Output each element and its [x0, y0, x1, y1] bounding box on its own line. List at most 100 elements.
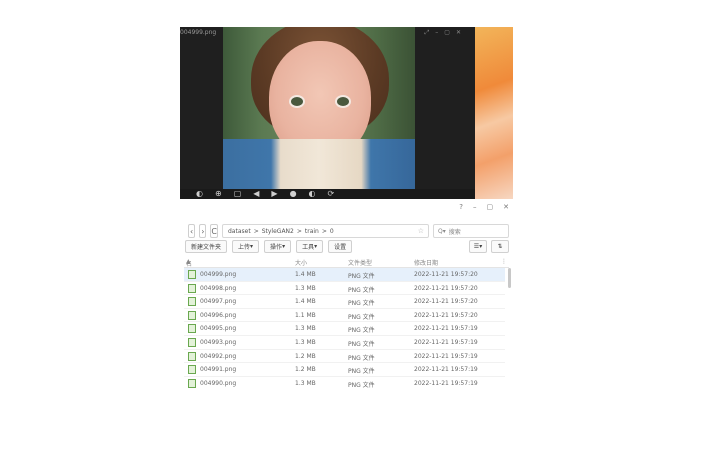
file-type: PNG 文件 [348, 340, 375, 348]
file-list: 004999.png 1.4 MB PNG 文件 2022-11-21 19:57:2… [184, 268, 505, 388]
file-type: PNG 文件 [348, 368, 375, 376]
column-options-icon[interactable]: ⋮ [501, 258, 507, 265]
table-row[interactable]: 004992.png 1.2 MB PNG 文件 2022-11-21 19:57:1… [184, 350, 505, 364]
file-size: 1.3 MB [295, 338, 316, 346]
table-row[interactable]: 004991.png 1.2 MB PNG 文件 2022-11-21 19:57:1… [184, 363, 505, 377]
fullscreen-icon[interactable]: ⤢ [424, 29, 435, 36]
sort-icon: ⇅ [497, 242, 503, 250]
forward-button[interactable]: › [199, 224, 207, 238]
prev-icon[interactable]: ◀ [253, 189, 259, 199]
upload-button[interactable]: 上传 ▾ [232, 239, 260, 253]
path-breadcrumb[interactable]: dataset > StyleGAN2 > train > 0 ☆ [222, 224, 429, 238]
maximize-icon[interactable]: ▢ [444, 29, 456, 36]
help-icon[interactable]: ? [459, 203, 463, 211]
fm-toolbar: 新建文件夹 上传 ▾ 操作 ▾ 工具 ▾ 设置 ☰ ▾ ⇅ [185, 239, 509, 253]
column-type[interactable]: 文件类型 [348, 258, 372, 267]
search-icon: Q▾ [438, 227, 446, 235]
zoom-out-icon[interactable]: ◐ [196, 189, 203, 199]
desktop-wallpaper [475, 27, 513, 199]
file-name: 004995.png [200, 325, 237, 333]
file-modified: 2022-11-21 19:57:20 [414, 311, 478, 319]
fit-icon[interactable]: ▢ [234, 189, 242, 199]
file-type: PNG 文件 [348, 381, 375, 388]
table-row[interactable]: 004990.png 1.3 MB PNG 文件 2022-11-21 19:57:1… [184, 377, 505, 388]
file-size: 1.3 MB [295, 325, 316, 333]
file-modified: 2022-11-21 19:57:19 [414, 366, 478, 374]
viewer-title: 004999.png [180, 29, 217, 36]
fm-window-controls[interactable]: ? – ▢ ✕ [459, 203, 509, 211]
breadcrumb-train[interactable]: train [305, 228, 319, 235]
rotate-left-icon[interactable]: ◐ [309, 189, 316, 199]
favorite-star-icon[interactable]: ☆ [418, 227, 424, 235]
search-input[interactable]: Q▾ 搜索 [433, 224, 509, 238]
file-type: PNG 文件 [348, 354, 375, 362]
file-name: 004990.png [200, 379, 237, 387]
file-size: 1.4 MB [295, 298, 316, 306]
list-view-icon: ☰ [473, 242, 480, 250]
breadcrumb-separator: > [296, 227, 302, 235]
file-type: PNG 文件 [348, 327, 375, 335]
image-file-icon [188, 351, 196, 361]
file-name: 004998.png [200, 284, 237, 292]
breadcrumb-separator: > [321, 227, 327, 235]
new-folder-button[interactable]: 新建文件夹 [185, 239, 228, 253]
scrollbar[interactable] [508, 268, 511, 288]
clothing [223, 139, 415, 189]
minimize-icon[interactable]: – [473, 203, 477, 211]
file-name: 004997.png [200, 298, 237, 306]
file-size: 1.3 MB [295, 379, 316, 387]
file-name: 004999.png [200, 271, 237, 278]
image-file-icon [188, 337, 196, 347]
dot-icon[interactable]: ● [290, 189, 297, 199]
column-modified[interactable]: 修改日期 [414, 258, 438, 267]
zoom-in-icon[interactable]: ⊕ [215, 189, 222, 199]
file-size: 1.1 MB [295, 311, 316, 319]
file-modified: 2022-11-21 19:57:20 [414, 284, 478, 292]
file-modified: 2022-11-21 19:57:19 [414, 352, 478, 360]
file-modified: 2022-11-21 19:57:20 [414, 298, 478, 306]
viewer-window-controls[interactable]: ⤢–▢✕ [424, 29, 467, 37]
breadcrumb-0[interactable]: 0 [330, 228, 334, 235]
sort-button[interactable]: ⇅ [491, 239, 509, 253]
close-icon[interactable]: ✕ [503, 203, 509, 211]
table-row[interactable]: 004999.png 1.4 MB PNG 文件 2022-11-21 19:57:2… [184, 268, 505, 282]
refresh-button[interactable]: C [210, 224, 218, 238]
table-row[interactable]: 004997.png 1.4 MB PNG 文件 2022-11-21 19:57:2… [184, 295, 505, 309]
image-file-icon [188, 310, 196, 320]
action-button[interactable]: 操作 ▾ [264, 239, 292, 253]
breadcrumb-stylegan2[interactable]: StyleGAN2 [262, 228, 294, 235]
file-modified: 2022-11-21 19:57:19 [414, 338, 478, 346]
file-size: 1.4 MB [295, 271, 316, 278]
image-file-icon [188, 324, 196, 334]
next-icon[interactable]: ▶ [271, 189, 277, 199]
file-modified: 2022-11-21 19:57:19 [414, 325, 478, 333]
column-size[interactable]: 大小 [295, 258, 307, 267]
maximize-icon[interactable]: ▢ [487, 203, 494, 211]
image-file-icon [188, 365, 196, 375]
tools-button[interactable]: 工具 ▾ [296, 239, 324, 253]
address-bar: ‹ › C dataset > StyleGAN2 > train > 0 ☆ … [188, 224, 509, 238]
table-row[interactable]: 004998.png 1.3 MB PNG 文件 2022-11-21 19:57:2… [184, 282, 505, 296]
file-name: 004992.png [200, 352, 237, 360]
file-name: 004993.png [200, 338, 237, 346]
viewer-toolbar[interactable]: ◐ ⊕ ▢ ◀ ▶ ● ◐ ⟳ [180, 189, 475, 199]
file-manager-window[interactable]: ? – ▢ ✕ ‹ › C dataset > StyleGAN2 > trai… [180, 200, 513, 388]
child-portrait-image [223, 27, 415, 189]
view-mode-button[interactable]: ☰ ▾ [469, 239, 487, 253]
file-type: PNG 文件 [348, 286, 375, 294]
breadcrumb-dataset[interactable]: dataset [228, 228, 251, 235]
column-name[interactable]: 名称 ▲ [186, 258, 192, 277]
back-button[interactable]: ‹ [188, 224, 196, 238]
file-size: 1.2 MB [295, 352, 316, 360]
image-file-icon [188, 297, 196, 307]
right-eye [337, 97, 349, 106]
image-viewer-window[interactable]: 004999.png ⤢–▢✕ ◐ ⊕ ▢ ◀ ▶ ● ◐ ⟳ [180, 27, 475, 199]
settings-button[interactable]: 设置 [328, 239, 353, 253]
rotate-right-icon[interactable]: ⟳ [328, 189, 335, 199]
table-row[interactable]: 004993.png 1.3 MB PNG 文件 2022-11-21 19:57:1… [184, 336, 505, 350]
table-row[interactable]: 004996.png 1.1 MB PNG 文件 2022-11-21 19:57:2… [184, 309, 505, 323]
close-icon[interactable]: ✕ [456, 29, 467, 36]
search-placeholder: 搜索 [448, 228, 461, 236]
minimize-icon[interactable]: – [435, 29, 444, 36]
table-row[interactable]: 004995.png 1.3 MB PNG 文件 2022-11-21 19:57:1… [184, 322, 505, 336]
